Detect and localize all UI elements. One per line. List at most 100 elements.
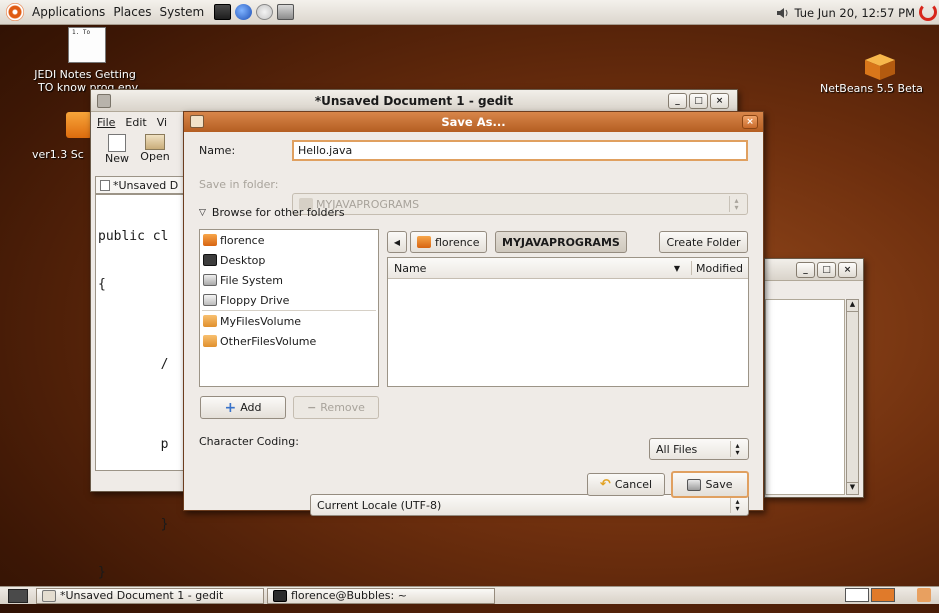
column-name-header[interactable]: Name	[388, 262, 426, 275]
file-list[interactable]: Name ▼ Modified	[387, 257, 749, 387]
menu-places[interactable]: Places	[109, 5, 155, 19]
place-myfilesvolume[interactable]: MyFilesVolume	[200, 311, 378, 331]
new-button[interactable]: New	[97, 134, 137, 172]
terminal-scrollbar[interactable]: ▲ ▼	[846, 299, 859, 495]
folder-icon	[203, 315, 217, 327]
dialog-close-button[interactable]: ×	[742, 115, 758, 129]
clock[interactable]: Tue Jun 20, 12:57 PM	[794, 6, 915, 20]
save-button[interactable]: Save	[671, 471, 749, 498]
menu-applications[interactable]: Applications	[28, 5, 109, 19]
column-modified-header[interactable]: Modified	[696, 262, 743, 275]
logout-icon[interactable]	[919, 3, 937, 21]
dialog-window-icon	[190, 115, 204, 128]
top-panel: Applications Places System Tue Jun 20, 1…	[0, 0, 939, 25]
netbeans-cube-icon[interactable]	[863, 52, 897, 82]
terminal-maximize-button[interactable]: □	[817, 262, 836, 278]
text-file-desktop-icon[interactable]: 1. To	[68, 27, 106, 63]
new-document-icon	[108, 134, 126, 152]
volume-icon[interactable]	[776, 7, 790, 19]
netbeans-desktop-label[interactable]: NetBeans 5.5 Beta	[820, 82, 923, 95]
ubuntu-logo-icon[interactable]	[6, 3, 24, 21]
terminal-minimize-button[interactable]: _	[796, 262, 815, 278]
remove-bookmark-button[interactable]: − Remove	[293, 396, 379, 419]
terminal-titlebar[interactable]: _ □ ×	[765, 259, 863, 281]
column-divider	[691, 261, 692, 275]
terminal-close-button[interactable]: ×	[838, 262, 857, 278]
menu-view[interactable]: Vi	[157, 116, 167, 129]
save-in-folder-combo[interactable]: MYJAVAPROGRAMS ▴ ▾	[292, 193, 748, 215]
workspace-2[interactable]	[871, 588, 895, 602]
gedit-window-icon	[97, 94, 111, 108]
place-desktop[interactable]: Desktop	[200, 250, 378, 270]
bottom-panel: *Unsaved Document 1 - gedit florence@Bub…	[0, 586, 939, 604]
terminal-task-icon	[273, 589, 287, 602]
combo-arrows-icon: ▴ ▾	[729, 196, 743, 212]
menu-file[interactable]: File	[97, 116, 115, 129]
place-file-system[interactable]: File System	[200, 270, 378, 290]
place-otherfilesvolume[interactable]: OtherFilesVolume	[200, 331, 378, 351]
home-folder-icon	[417, 236, 431, 248]
path-segment-myjavaprograms[interactable]: MYJAVAPROGRAMS	[495, 231, 627, 253]
show-desktop-icon[interactable]	[8, 588, 28, 603]
scroll-up-icon[interactable]: ▲	[847, 300, 858, 312]
path-back-button[interactable]: ◀	[387, 231, 407, 253]
places-pane: florence Desktop File System Floppy Driv…	[199, 229, 379, 387]
mail-launcher-icon[interactable]	[256, 4, 274, 20]
character-coding-label: Character Coding:	[199, 435, 299, 448]
name-label: Name:	[199, 144, 236, 157]
open-folder-icon	[145, 134, 165, 150]
open-button[interactable]: Open	[135, 134, 175, 172]
harddisk-icon	[203, 274, 217, 286]
taskbar-gedit[interactable]: *Unsaved Document 1 - gedit	[36, 587, 264, 604]
document-icon	[100, 179, 110, 191]
menu-edit[interactable]: Edit	[125, 116, 146, 129]
cancel-button[interactable]: ↶ Cancel	[587, 473, 665, 496]
browse-folders-expander[interactable]: ▽ Browse for other folders	[199, 206, 345, 219]
plus-icon: +	[224, 399, 237, 416]
document-tab[interactable]: *Unsaved D	[95, 176, 185, 194]
sort-arrow-icon: ▼	[673, 263, 680, 273]
terminal-window: _ □ × ▲ ▼	[764, 258, 864, 498]
home-folder-icon	[203, 234, 217, 246]
camera-launcher-icon[interactable]	[277, 4, 295, 20]
taskbar-terminal[interactable]: florence@Bubbles: ~	[267, 587, 495, 604]
expander-arrow-icon: ▽	[199, 207, 206, 218]
folder-icon	[203, 335, 217, 347]
combo-arrows-icon: ▴ ▾	[730, 441, 744, 457]
minimize-button[interactable]: _	[668, 93, 687, 109]
trash-icon[interactable]	[917, 588, 931, 602]
terminal-launcher-icon[interactable]	[214, 4, 232, 20]
maximize-button[interactable]: □	[689, 93, 708, 109]
place-florence[interactable]: florence	[200, 230, 378, 250]
path-segment-florence[interactable]: florence	[410, 231, 487, 253]
file-filter-combo[interactable]: All Files ▴ ▾	[649, 438, 749, 460]
desktop-icon	[203, 254, 217, 266]
filename-input[interactable]: Hello.java	[292, 140, 748, 161]
gedit-title: *Unsaved Document 1 - gedit	[314, 93, 514, 108]
gedit-titlebar[interactable]: *Unsaved Document 1 - gedit _ □ ×	[91, 90, 737, 112]
ver-desktop-label[interactable]: ver1.3 Sc	[32, 148, 84, 161]
close-button[interactable]: ×	[710, 93, 729, 109]
combo-arrows-icon: ▴ ▾	[730, 497, 744, 513]
undo-arrow-icon: ↶	[599, 477, 611, 492]
floppy-icon	[203, 294, 217, 306]
scroll-down-icon[interactable]: ▼	[847, 482, 858, 494]
menu-system[interactable]: System	[155, 5, 208, 19]
workspace-1[interactable]	[845, 588, 869, 602]
dialog-title: Save As...	[441, 115, 506, 129]
save-in-folder-label: Save in folder:	[199, 178, 279, 191]
create-folder-button[interactable]: Create Folder	[659, 231, 748, 253]
folder-desktop-icon[interactable]	[66, 112, 92, 138]
dialog-titlebar[interactable]: Save As... ×	[184, 112, 763, 132]
browser-launcher-icon[interactable]	[235, 4, 253, 20]
add-bookmark-button[interactable]: + Add	[200, 396, 286, 419]
left-arrow-icon: ◀	[393, 237, 401, 247]
gedit-task-icon	[42, 589, 56, 602]
text-file-icon-preview: 1. To	[72, 29, 91, 36]
file-list-header: Name ▼ Modified	[388, 258, 748, 279]
pane-splitter[interactable]	[380, 229, 386, 387]
floppy-save-icon	[687, 478, 702, 491]
terminal-content[interactable]	[765, 299, 845, 495]
place-floppy-drive[interactable]: Floppy Drive	[200, 290, 378, 310]
save-as-dialog: Save As... × Name: Hello.java Save in fo…	[183, 111, 764, 516]
